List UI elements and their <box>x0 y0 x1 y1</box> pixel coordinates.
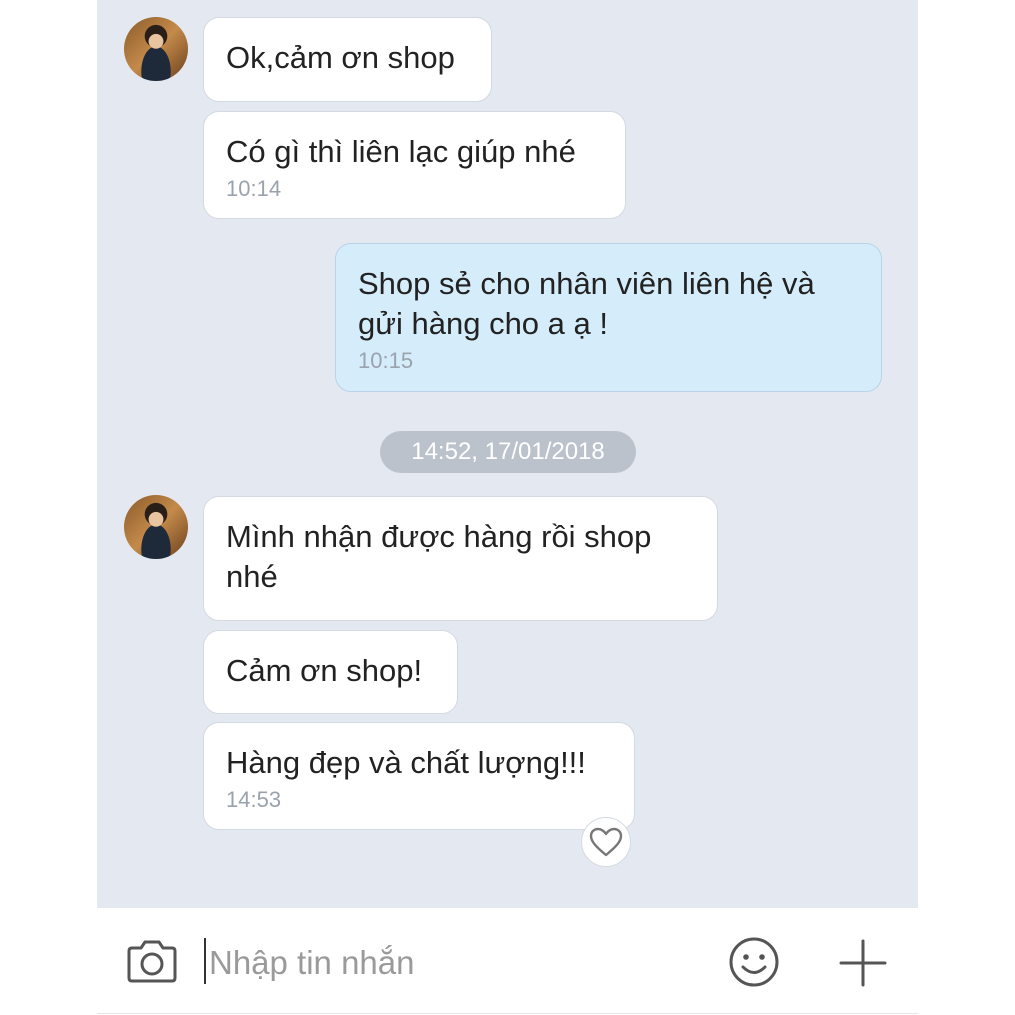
message-input-placeholder[interactable]: Nhập tin nhắn <box>209 940 415 986</box>
message-bubble-received[interactable]: Có gì thì liên lạc giúp nhé 10:14 <box>203 111 626 219</box>
message-text: Có gì thì liên lạc giúp nhé <box>226 134 576 169</box>
smiley-icon[interactable] <box>728 936 780 993</box>
message-text: Mình nhận được hàng rồi shop nhé <box>226 519 652 594</box>
message-time: 10:14 <box>226 176 282 201</box>
message-bubble-received[interactable]: Hàng đẹp và chất lượng!!! 14:53 <box>203 722 635 830</box>
message-text: Hàng đẹp và chất lượng!!! <box>226 745 586 780</box>
message-time: 14:53 <box>226 787 282 812</box>
message-text: Shop sẻ cho nhân viên liên hệ và gửi hàn… <box>358 266 815 341</box>
message-text: Cảm ơn shop! <box>226 653 423 688</box>
camera-icon[interactable] <box>126 936 178 989</box>
message-text: Ok,cảm ơn shop <box>226 40 455 75</box>
message-composer: Nhập tin nhắn <box>97 908 918 1014</box>
message-bubble-received[interactable]: Ok,cảm ơn shop <box>203 17 492 102</box>
message-bubble-sent[interactable]: Shop sẻ cho nhân viên liên hệ và gửi hàn… <box>335 243 882 392</box>
message-bubble-received[interactable]: Mình nhận được hàng rồi shop nhé <box>203 496 718 621</box>
date-separator: 14:52, 17/01/2018 <box>380 431 636 473</box>
message-bubble-received[interactable]: Cảm ơn shop! <box>203 630 458 714</box>
message-time: 10:15 <box>358 348 414 373</box>
heart-icon-glyph <box>589 827 623 857</box>
text-caret <box>204 938 206 984</box>
contact-avatar[interactable] <box>124 495 188 559</box>
plus-icon[interactable] <box>838 938 888 993</box>
contact-avatar[interactable] <box>124 17 188 81</box>
heart-icon[interactable] <box>581 817 631 867</box>
